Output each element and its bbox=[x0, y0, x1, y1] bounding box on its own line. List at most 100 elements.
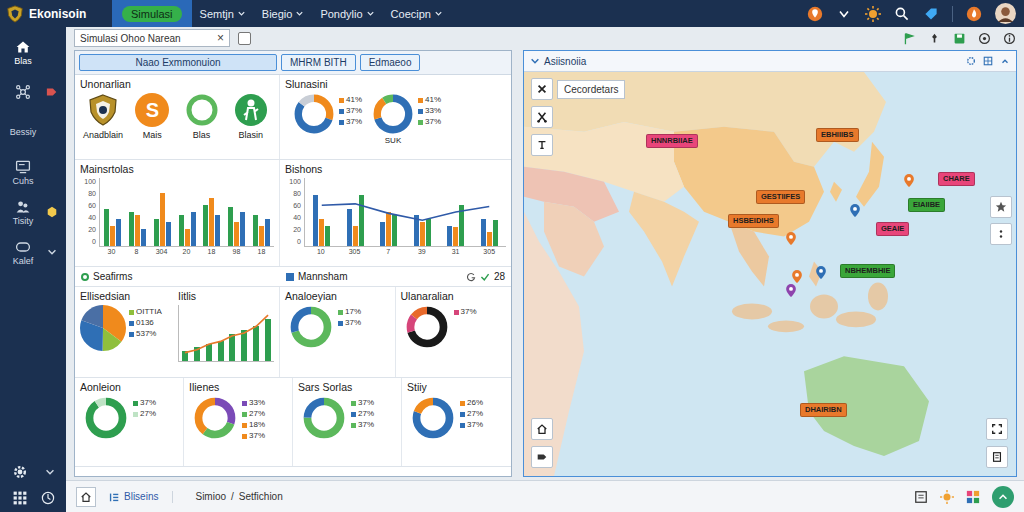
scissors-tool-button[interactable] bbox=[531, 106, 553, 128]
mini-bar[interactable] bbox=[218, 341, 224, 361]
sidebar-item[interactable]: Tisity bbox=[0, 195, 66, 229]
bar[interactable] bbox=[166, 222, 171, 246]
search-icon[interactable] bbox=[894, 6, 910, 22]
bar[interactable] bbox=[135, 215, 140, 246]
bar[interactable] bbox=[414, 215, 419, 246]
map-marker[interactable]: DHAIRIBN bbox=[800, 403, 847, 417]
text-tool-button[interactable] bbox=[531, 134, 553, 156]
sidebar-item[interactable]: Kalef bbox=[0, 235, 66, 269]
category-item[interactable]: Blasin bbox=[228, 93, 274, 140]
close-tool-button[interactable] bbox=[531, 78, 553, 100]
bar[interactable] bbox=[104, 209, 109, 246]
bar[interactable] bbox=[110, 226, 115, 246]
bar[interactable] bbox=[234, 222, 239, 246]
breadcrumb-item[interactable]: Setfichion bbox=[239, 491, 283, 502]
sidebar-item[interactable]: Blas bbox=[0, 35, 66, 69]
bar[interactable] bbox=[215, 215, 220, 246]
mini-bar[interactable] bbox=[241, 330, 247, 361]
bar[interactable] bbox=[392, 215, 397, 246]
dashboard-tab[interactable]: Edmaeoo bbox=[360, 54, 421, 71]
map-marker[interactable]: EIAIIBE bbox=[908, 198, 945, 212]
bar[interactable] bbox=[116, 219, 121, 246]
bar[interactable] bbox=[493, 220, 498, 246]
bar[interactable] bbox=[313, 195, 318, 246]
legend-item[interactable]: Seafirms bbox=[81, 271, 286, 282]
bar[interactable] bbox=[129, 212, 134, 246]
bar[interactable] bbox=[453, 227, 458, 246]
bar[interactable] bbox=[353, 226, 358, 246]
tag-button[interactable] bbox=[531, 446, 553, 468]
settings-icon[interactable] bbox=[966, 56, 976, 66]
map-pin-icon[interactable] bbox=[904, 174, 914, 187]
stat-card[interactable]: Analoeyian17%37% bbox=[280, 287, 396, 377]
bar[interactable] bbox=[347, 209, 352, 246]
mini-bar[interactable] bbox=[265, 319, 271, 361]
user-avatar-icon[interactable] bbox=[995, 3, 1016, 24]
map-pin-icon[interactable] bbox=[786, 232, 796, 245]
favorite-button[interactable] bbox=[990, 196, 1012, 218]
home-view-button[interactable] bbox=[531, 418, 553, 440]
bar[interactable] bbox=[259, 226, 264, 246]
stat-card[interactable]: Stiiy26%27%37% bbox=[402, 378, 511, 466]
map-marker[interactable]: HNNRBIIAE bbox=[646, 134, 698, 148]
map-marker[interactable]: EBHIIIBS bbox=[816, 128, 859, 142]
category-item[interactable]: SMais bbox=[129, 93, 175, 140]
legend-item[interactable]: Mannsham bbox=[286, 271, 347, 282]
bar[interactable] bbox=[203, 205, 208, 246]
save-icon[interactable] bbox=[953, 32, 966, 45]
bar[interactable] bbox=[426, 219, 431, 246]
bar[interactable] bbox=[191, 212, 196, 246]
bar[interactable] bbox=[185, 229, 190, 246]
pin-icon[interactable] bbox=[928, 32, 941, 45]
nav-tab[interactable]: Biegio bbox=[254, 0, 313, 27]
bar[interactable] bbox=[228, 207, 233, 246]
bar[interactable] bbox=[253, 215, 258, 246]
map-pin-icon[interactable] bbox=[816, 266, 826, 279]
sidebar-item[interactable] bbox=[0, 75, 66, 109]
sun-icon[interactable] bbox=[940, 490, 954, 504]
checkbox[interactable] bbox=[238, 32, 251, 45]
map-marker[interactable]: NBHEMBHIE bbox=[840, 264, 895, 278]
sidebar-item[interactable]: Cuhs bbox=[0, 155, 66, 189]
settings-icon[interactable] bbox=[978, 32, 991, 45]
nav-tab[interactable]: Pondylio bbox=[312, 0, 382, 27]
bar[interactable] bbox=[319, 219, 324, 246]
apps-row[interactable] bbox=[0, 490, 66, 506]
dashboard-tab[interactable]: MHRM BITH bbox=[281, 54, 356, 71]
stat-card[interactable]: EllisedsianOITTIA0136537%Iitlis bbox=[75, 287, 280, 377]
puzzle-icon[interactable] bbox=[966, 490, 980, 504]
fullscreen-button[interactable] bbox=[986, 418, 1008, 440]
map-marker[interactable]: GESTIIFES bbox=[756, 190, 805, 204]
dashboard-tab[interactable]: Naao Exmmonuion bbox=[79, 54, 277, 71]
window-icon[interactable] bbox=[914, 490, 928, 504]
bar[interactable] bbox=[141, 229, 146, 246]
nav-tab[interactable]: Semtjn bbox=[192, 0, 254, 27]
nav-tab[interactable]: Simulasi bbox=[112, 0, 192, 27]
mini-bar[interactable] bbox=[253, 326, 259, 361]
location-badge-icon[interactable] bbox=[807, 6, 823, 22]
tag-icon[interactable] bbox=[923, 6, 939, 22]
map-pin-icon[interactable] bbox=[786, 284, 796, 297]
category-item[interactable]: Blas bbox=[179, 93, 225, 140]
section-link[interactable]: Bliseins bbox=[108, 491, 173, 503]
breadcrumb-item[interactable]: Simioo bbox=[195, 491, 226, 502]
bar[interactable] bbox=[154, 219, 159, 246]
chevron-down-icon[interactable] bbox=[836, 6, 852, 22]
mini-bar[interactable] bbox=[206, 344, 212, 361]
expand-button[interactable] bbox=[992, 486, 1014, 508]
bar[interactable] bbox=[265, 219, 270, 246]
map-marker[interactable]: HSBEIDIHS bbox=[728, 214, 779, 228]
bar[interactable] bbox=[179, 215, 184, 246]
brand[interactable]: Ekonisoin bbox=[0, 5, 112, 23]
stat-card[interactable]: Ilienes33%27%18%37% bbox=[184, 378, 293, 466]
info-icon[interactable] bbox=[1003, 32, 1016, 45]
bar[interactable] bbox=[359, 195, 364, 246]
sidebar-item[interactable]: Bessiy bbox=[0, 115, 66, 149]
bar[interactable] bbox=[386, 212, 391, 246]
nav-tab[interactable]: Coecipn bbox=[383, 0, 451, 27]
legend-count[interactable]: 28 bbox=[466, 271, 505, 282]
document-tab[interactable]: Simulasi Ohoo Narean× bbox=[74, 29, 230, 47]
bar[interactable] bbox=[160, 193, 165, 246]
tool-label[interactable]: Cecordetars bbox=[557, 80, 625, 99]
map-pin-icon[interactable] bbox=[850, 204, 860, 217]
